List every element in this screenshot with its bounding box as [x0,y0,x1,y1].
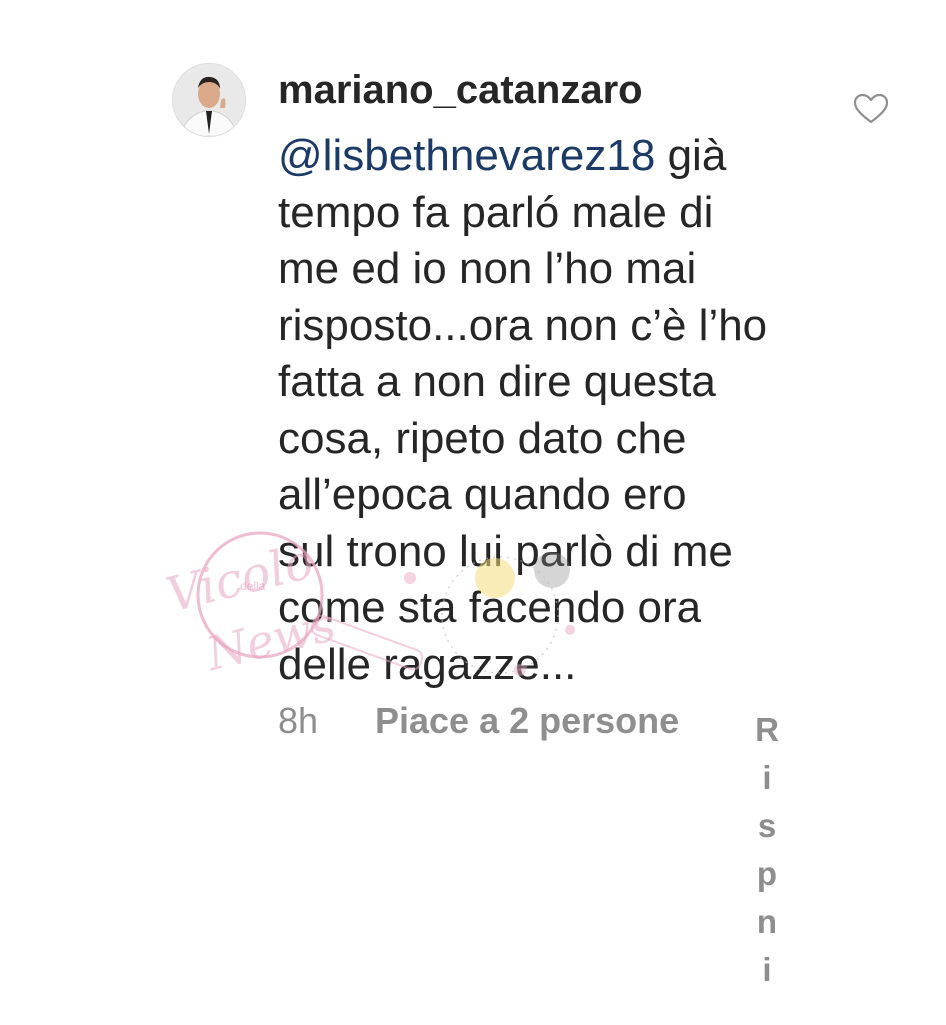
mention-link[interactable]: @lisbethnevarez18 [278,131,655,180]
avatar-photo [173,64,245,136]
comment-text: @lisbethnevarez18 già tempo fa parló mal… [278,128,838,693]
reply-letter: n [756,903,778,940]
comment-line: tempo fa parló male di [278,187,714,237]
reply-letter: i [762,759,772,796]
svg-text:della: della [240,579,266,593]
comment-line: @lisbethnevarez18 già [278,128,838,185]
reply-letter: R [755,711,779,748]
comment-line: all’epoca quando ero [278,470,687,519]
reply-letter: i [762,951,772,988]
comment-line-rest: già [655,131,727,180]
likes-count-link[interactable]: Piace a 2 persone [375,700,679,742]
comment-line: risposto...ora non c’è l’ho [278,300,768,350]
reply-button[interactable]: R i s p n i [752,706,782,994]
comment-line: come sta facendo ora [278,583,702,632]
heart-icon[interactable] [853,93,889,125]
comment-line: cosa, ripeto dato che [278,413,687,463]
comment-username[interactable]: mariano_catanzaro [278,68,643,113]
comment-line: delle ragazze... [278,639,577,689]
comment-line: me ed io non l’ho mai [278,244,697,293]
comment: mariano_catanzaro @lisbethnevarez18 già … [0,0,946,1025]
reply-letter: p [756,855,778,892]
comment-line: fatta a non dire questa [278,357,716,406]
avatar[interactable] [172,63,246,137]
comment-timestamp: 8h [278,700,319,741]
comment-line: sul trono lui parlò di me [278,526,733,576]
reply-letter: s [757,807,777,844]
